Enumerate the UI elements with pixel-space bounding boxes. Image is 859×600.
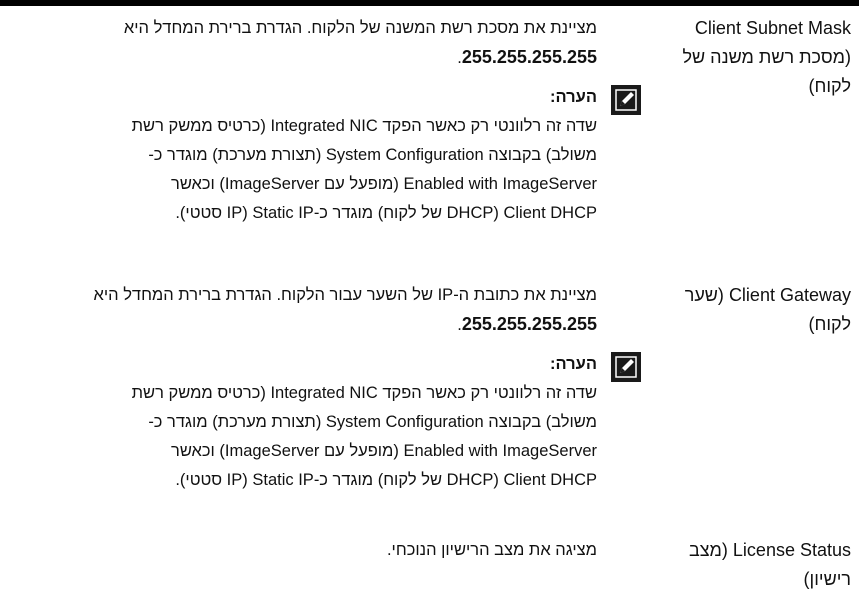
default-value: 255.255.255.255 bbox=[461, 314, 597, 334]
note-title: הערה: bbox=[549, 88, 597, 106]
note-line: Enabled with ImageServer (מופעל עם Image… bbox=[171, 442, 597, 460]
top-rule bbox=[0, 0, 859, 6]
term-license-status: License Status (מצב רישיון) bbox=[651, 536, 851, 594]
term-line: רישיון) bbox=[803, 569, 851, 589]
note-line: שדה זה רלוונטי רק כאשר הפקד Integrated N… bbox=[131, 384, 597, 402]
term-client-gateway: Client Gateway (שער לקוח) bbox=[651, 281, 851, 339]
note-line: שדה זה רלוונטי רק כאשר הפקד Integrated N… bbox=[131, 117, 597, 135]
term-line: לקוח) bbox=[808, 314, 852, 334]
note-title: הערה: bbox=[549, 355, 597, 373]
default-value: 255.255.255.255 bbox=[461, 47, 597, 67]
term-line: Client Subnet Mask bbox=[694, 18, 851, 38]
term-client-subnet-mask: Client Subnet Mask (מסכת רשת משנה של לקו… bbox=[651, 14, 852, 101]
desc-text: מציינת את כתובת ה-IP של השער עבור הלקוח.… bbox=[93, 286, 598, 304]
note: הערה: שדה זה רלוונטי רק כאשר הפקד Integr… bbox=[0, 350, 641, 495]
desc-text: מציינת את מסכת רשת המשנה של הלקוח. הגדרת… bbox=[123, 19, 597, 37]
desc-text: מציגה את מצב הרישיון הנוכחי. bbox=[386, 541, 597, 559]
term-line: Client Gateway (שער bbox=[684, 285, 851, 305]
term-line: License Status (מצב bbox=[688, 540, 851, 560]
note-line: משולב) בקבוצה System Configuration (תצור… bbox=[148, 413, 597, 431]
note-line: Client DHCP (DHCP של לקוח) מוגדר כ-Stati… bbox=[175, 204, 597, 222]
note: הערה: שדה זה רלוונטי רק כאשר הפקד Integr… bbox=[0, 83, 641, 228]
note-line: משולב) בקבוצה System Configuration (תצור… bbox=[148, 146, 597, 164]
pencil-note-icon bbox=[611, 85, 641, 115]
term-line: (מסכת רשת משנה של bbox=[682, 47, 852, 67]
note-body: שדה זה רלוונטי רק כאשר הפקד Integrated N… bbox=[0, 112, 597, 228]
pencil-note-icon bbox=[611, 352, 641, 382]
term-line: לקוח) bbox=[808, 76, 852, 96]
desc-client-gateway: מציינת את כתובת ה-IP של השער עבור הלקוח.… bbox=[0, 281, 641, 495]
note-body: שדה זה רלוונטי רק כאשר הפקד Integrated N… bbox=[0, 379, 597, 495]
note-line: Client DHCP (DHCP של לקוח) מוגדר כ-Stati… bbox=[175, 471, 597, 489]
note-line: Enabled with ImageServer (מופעל עם Image… bbox=[171, 175, 597, 193]
desc-license-status: מציגה את מצב הרישיון הנוכחי. bbox=[0, 536, 597, 565]
desc-client-subnet-mask: מציינת את מסכת רשת המשנה של הלקוח. הגדרת… bbox=[0, 14, 641, 228]
